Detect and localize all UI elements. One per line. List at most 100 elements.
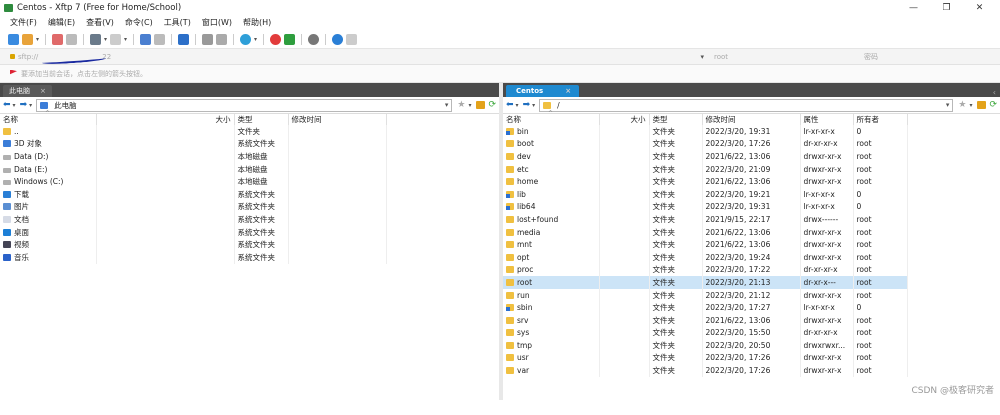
table-row[interactable]: boot 文件夹 2022/3/20, 17:26 dr-xr-xr-x root (503, 137, 908, 151)
table-row[interactable]: 桌面 系统文件夹 (0, 225, 499, 239)
file-name: mnt (517, 240, 532, 250)
table-row[interactable]: lib 文件夹 2022/3/20, 19:21 lr-xr-xr-x 0 (503, 187, 908, 201)
refresh-icon[interactable]: ⟳ (488, 100, 496, 110)
col-name[interactable]: 名称 ^ (503, 110, 600, 125)
table-row[interactable]: bin 文件夹 2022/3/20, 19:31 lr-xr-xr-x 0 (503, 125, 908, 138)
col-size[interactable]: 大小 (96, 114, 235, 125)
table-row[interactable]: home 文件夹 2021/6/22, 13:06 drwxr-xr-x root (503, 175, 908, 188)
help-icon[interactable] (332, 33, 344, 45)
flag-icon[interactable] (10, 69, 17, 75)
gear-icon[interactable] (308, 33, 320, 45)
table-row[interactable]: proc 文件夹 2022/3/20, 17:22 dr-xr-xr-x root (503, 263, 908, 277)
table-row[interactable]: sbin 文件夹 2022/3/20, 17:27 lr-xr-xr-x 0 (503, 301, 908, 314)
col-type[interactable]: 类型 (649, 114, 703, 125)
close-button[interactable]: ✕ (963, 3, 996, 13)
menu-help[interactable]: 帮助(H) (243, 17, 271, 28)
chat-icon[interactable] (346, 33, 358, 45)
col-owner[interactable]: 所有者 (853, 114, 908, 125)
file-owner: 0 (853, 125, 908, 138)
disconnect-icon[interactable] (66, 33, 78, 45)
forward-icon[interactable]: ➡ (523, 100, 531, 110)
table-row[interactable]: 下载 系统文件夹 (0, 187, 499, 201)
table-row[interactable]: usr 文件夹 2022/3/20, 17:26 drwxr-xr-x root (503, 351, 908, 365)
col-size[interactable]: 大小 (599, 114, 650, 125)
col-attr[interactable]: 属性 (800, 114, 854, 125)
username-field[interactable]: root (710, 53, 860, 61)
table-row[interactable]: 图片 系统文件夹 (0, 200, 499, 214)
menu-edit[interactable]: 编辑(E) (48, 17, 75, 28)
file-owner: root (853, 150, 908, 163)
view-icon[interactable] (90, 33, 102, 45)
chevron-down-icon[interactable]: ▾ (445, 101, 452, 109)
file-name: boot (517, 139, 534, 149)
file-mtime (288, 213, 387, 226)
local-path-input[interactable]: 此电脑 ▾ (36, 98, 453, 112)
table-row[interactable]: root 文件夹 2022/3/20, 21:13 dr-xr-x--- root (503, 276, 908, 289)
table-row[interactable]: 文档 系统文件夹 (0, 213, 499, 226)
menu-view[interactable]: 查看(V) (86, 17, 114, 28)
table-row[interactable]: 3D 对象 系统文件夹 (0, 137, 499, 151)
refresh-icon[interactable]: ⟳ (989, 100, 997, 110)
table-row[interactable]: run 文件夹 2022/3/20, 21:12 drwxr-xr-x root (503, 288, 908, 302)
watermark: CSDN @极客研究者 (911, 386, 994, 396)
table-row[interactable]: opt 文件夹 2022/3/20, 19:24 drwxr-xr-x root (503, 250, 908, 264)
open-folder-icon[interactable] (22, 33, 33, 45)
host-dropdown-icon[interactable]: ▾ (700, 53, 704, 61)
new-folder-icon[interactable] (476, 101, 486, 109)
table-row[interactable]: Windows (C:) 本地磁盘 (0, 175, 499, 188)
maximize-button[interactable]: ❐ (930, 3, 963, 13)
table-row[interactable]: var 文件夹 2022/3/20, 17:26 drwxr-xr-x root (503, 364, 908, 377)
table-row[interactable]: 视频 系统文件夹 (0, 238, 499, 251)
table-row[interactable]: Data (E:) 本地磁盘 (0, 162, 499, 176)
new-session-icon[interactable] (8, 33, 19, 45)
table-row[interactable]: media 文件夹 2021/6/22, 13:06 drwxr-xr-x root (503, 225, 908, 239)
menu-file[interactable]: 文件(F) (10, 17, 37, 28)
copy-icon[interactable] (216, 33, 228, 45)
star-icon[interactable]: ★ (457, 100, 465, 110)
table-row[interactable]: mnt 文件夹 2021/6/22, 13:06 drwxr-xr-x root (503, 238, 908, 251)
table-row[interactable]: dev 文件夹 2021/6/22, 13:06 drwxr-xr-x root (503, 150, 908, 163)
minimize-button[interactable]: — (897, 3, 930, 13)
file-name: Windows (C:) (14, 177, 64, 187)
table-row[interactable]: sys 文件夹 2022/3/20, 15:50 dr-xr-xr-x root (503, 326, 908, 340)
forward-icon[interactable]: ➡ (20, 100, 28, 110)
remote-path-input[interactable]: / ▾ (539, 98, 954, 112)
new-folder-icon[interactable] (977, 101, 987, 109)
file-name: 文档 (14, 214, 29, 224)
sync-icon[interactable] (178, 33, 190, 45)
connect-icon[interactable] (52, 33, 64, 45)
close-icon[interactable]: × (565, 87, 571, 95)
table-row[interactable]: etc 文件夹 2022/3/20, 21:09 drwxr-xr-x root (503, 162, 908, 176)
print-icon[interactable] (202, 33, 214, 45)
col-mtime[interactable]: 修改时间 (702, 114, 801, 125)
tab-local[interactable]: 此电脑 × (3, 85, 52, 97)
back-icon[interactable]: ⬅ (506, 100, 514, 110)
menu-window[interactable]: 窗口(W) (202, 17, 232, 28)
close-icon[interactable]: × (40, 87, 46, 95)
star-icon[interactable]: ★ (958, 100, 966, 110)
xftp-icon[interactable] (284, 33, 296, 45)
layout-icon[interactable] (110, 33, 122, 45)
menu-command[interactable]: 命令(C) (125, 17, 153, 28)
tab-scroll-icon[interactable]: ‹ (993, 88, 1000, 97)
col-name[interactable]: 名称 ^ (0, 110, 97, 125)
table-row[interactable]: lost+found 文件夹 2021/9/15, 22:17 drwx------ r… (503, 213, 908, 226)
chevron-down-icon[interactable]: ▾ (946, 101, 953, 109)
globe-icon[interactable] (240, 33, 252, 45)
table-row[interactable]: Data (D:) 本地磁盘 (0, 150, 499, 163)
password-field[interactable]: 密码 (860, 52, 1000, 62)
table-row[interactable]: .. 文件夹 (0, 125, 499, 138)
col-mtime[interactable]: 修改时间 (288, 114, 387, 125)
table-row[interactable]: lib64 文件夹 2022/3/20, 19:31 lr-xr-xr-x 0 (503, 200, 908, 214)
tab-remote[interactable]: Centos × (506, 85, 580, 97)
col-type[interactable]: 类型 (234, 114, 289, 125)
xshell-icon[interactable] (270, 33, 282, 45)
back-icon[interactable]: ⬅ (3, 100, 11, 110)
menu-tools[interactable]: 工具(T) (164, 17, 191, 28)
download-icon[interactable] (154, 33, 166, 45)
table-row[interactable]: tmp 文件夹 2022/3/20, 20:50 drwxrwxr... root (503, 339, 908, 352)
table-row[interactable]: srv 文件夹 2021/6/22, 13:06 drwxr-xr-x root (503, 313, 908, 327)
upload-icon[interactable] (140, 33, 152, 45)
table-row[interactable]: 音乐 系统文件夹 (0, 250, 499, 264)
host-field[interactable]: sftp:// 22 ▾ (0, 53, 710, 65)
